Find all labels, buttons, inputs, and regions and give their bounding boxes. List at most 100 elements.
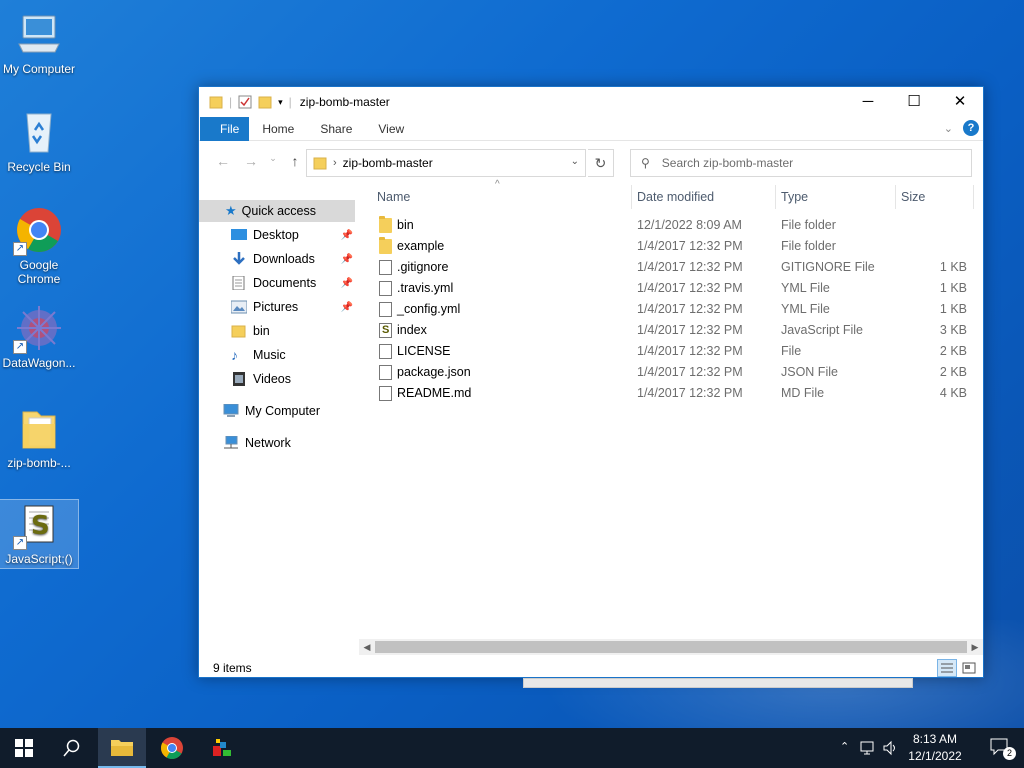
nav-item-bin[interactable]: bin	[231, 320, 355, 342]
show-hidden-icons-icon[interactable]: ⌃	[840, 740, 849, 753]
customize-toolbar-icon[interactable]: ▾	[278, 97, 283, 108]
scroll-right-icon[interactable]: ▶	[967, 639, 983, 655]
nav-item-desktop[interactable]: Desktop 📌	[231, 224, 355, 246]
pin-icon[interactable]: 📌	[341, 254, 353, 265]
tab-file[interactable]: File	[200, 116, 250, 141]
tab-home[interactable]: Home	[249, 117, 307, 141]
up-arrow-icon[interactable]: ↑	[283, 153, 307, 169]
svg-text:S: S	[31, 511, 50, 541]
taskbar-app[interactable]	[198, 728, 246, 768]
file-name: .travis.yml	[397, 281, 454, 295]
file-row[interactable]: .gitignore 1/4/2017 12:32 PM GITIGNORE F…	[359, 257, 983, 278]
column-header-name[interactable]: Name	[377, 185, 627, 209]
start-button[interactable]	[0, 728, 48, 768]
properties-icon[interactable]	[238, 95, 252, 109]
nav-item-documents[interactable]: Documents 📌	[231, 272, 355, 294]
recycle-bin-icon	[15, 108, 63, 156]
search-input[interactable]: ⚲ Search zip-bomb-master	[630, 149, 972, 177]
chrome-icon: ↗	[13, 206, 63, 256]
windows-icon	[15, 739, 33, 757]
column-divider[interactable]	[631, 185, 632, 209]
volume-icon[interactable]	[882, 740, 898, 756]
forward-arrow-icon[interactable]: →	[239, 153, 263, 169]
nav-item-pictures[interactable]: Pictures 📌	[230, 296, 355, 318]
close-button[interactable]: ✕	[937, 87, 983, 117]
file-name: package.json	[397, 365, 471, 379]
file-icon	[379, 260, 392, 275]
nav-item-label: My Computer	[245, 404, 321, 418]
file-date: 1/4/2017 12:32 PM	[637, 344, 743, 358]
pin-icon[interactable]: 📌	[341, 302, 353, 313]
address-dropdown-icon[interactable]: ⌄	[571, 156, 579, 167]
column-divider[interactable]	[775, 185, 776, 209]
nav-item-downloads[interactable]: Downloads 📌	[231, 248, 355, 270]
address-bar-row: ← → ⌄ ↑ › zip-bomb-master ⌄ ↻ ⚲ Search z…	[199, 141, 983, 185]
horizontal-scrollbar[interactable]: ◀ ▶	[359, 639, 983, 655]
large-icons-view-icon[interactable]	[959, 659, 979, 677]
nav-item-quick-access[interactable]: ★ Quick access	[199, 200, 355, 222]
file-date: 1/4/2017 12:32 PM	[637, 323, 743, 337]
breadcrumb-current[interactable]: zip-bomb-master	[343, 156, 433, 170]
file-row[interactable]: README.md 1/4/2017 12:32 PM MD File 4 KB	[359, 383, 983, 404]
search-button[interactable]	[48, 728, 96, 768]
nav-item-videos[interactable]: Videos	[231, 368, 355, 390]
new-folder-icon[interactable]	[258, 95, 272, 109]
desktop-icon-my-computer[interactable]: My Computer	[0, 10, 78, 76]
file-icon	[379, 344, 392, 359]
scroll-left-icon[interactable]: ◀	[359, 639, 375, 655]
nav-item-my-computer[interactable]: My Computer	[223, 400, 355, 422]
nav-item-label: Downloads	[253, 252, 315, 266]
file-row[interactable]: .travis.yml 1/4/2017 12:32 PM YML File 1…	[359, 278, 983, 299]
file-row[interactable]: bin 12/1/2022 8:09 AM File folder	[359, 215, 983, 236]
window-controls: ─ ☐ ✕	[845, 87, 983, 117]
breadcrumb-chevron-icon[interactable]: ›	[333, 157, 337, 169]
file-date: 1/4/2017 12:32 PM	[637, 365, 743, 379]
nav-item-label: Videos	[253, 372, 291, 386]
recent-locations-icon[interactable]: ⌄	[267, 153, 279, 169]
desktop-icon-google-chrome[interactable]: ↗ Google Chrome	[0, 206, 78, 286]
nav-item-music[interactable]: ♪ Music	[231, 344, 355, 366]
action-center-button[interactable]: 2	[990, 738, 1016, 760]
expand-ribbon-icon[interactable]: ⌄	[944, 122, 953, 135]
help-icon[interactable]: ?	[963, 120, 979, 136]
desktop-icon-recycle-bin[interactable]: Recycle Bin	[0, 108, 78, 174]
file-name: example	[397, 239, 445, 253]
desktop-icon-datawagon[interactable]: ↗ DataWagon...	[0, 304, 78, 370]
nav-item-label: Network	[245, 436, 291, 450]
back-arrow-icon[interactable]: ←	[211, 153, 235, 169]
file-row[interactable]: LICENSE 1/4/2017 12:32 PM File 2 KB	[359, 341, 983, 362]
taskbar-chrome[interactable]	[148, 728, 196, 768]
desktop-icon-javascript[interactable]: S ↗ JavaScript;()	[0, 499, 79, 569]
column-divider[interactable]	[895, 185, 896, 209]
address-field[interactable]: › zip-bomb-master ⌄	[306, 149, 586, 177]
network-icon[interactable]	[860, 740, 876, 756]
desktop-icon-label: My Computer	[2, 62, 76, 76]
column-divider[interactable]	[973, 185, 974, 209]
tab-view[interactable]: View	[365, 117, 417, 141]
file-row[interactable]: package.json 1/4/2017 12:32 PM JSON File…	[359, 362, 983, 383]
background-window-edge	[523, 678, 913, 688]
refresh-button[interactable]: ↻	[588, 149, 614, 177]
navigation-buttons: ← → ⌄ ↑	[211, 153, 307, 169]
scrollbar-thumb[interactable]	[375, 641, 967, 653]
file-row[interactable]: example 1/4/2017 12:32 PM File folder	[359, 236, 983, 257]
nav-item-network[interactable]: Network	[223, 432, 355, 454]
taskbar-file-explorer[interactable]	[98, 728, 146, 768]
file-name: bin	[397, 218, 414, 232]
file-date: 12/1/2022 8:09 AM	[637, 218, 742, 232]
tab-share[interactable]: Share	[307, 117, 365, 141]
documents-icon	[231, 275, 247, 291]
maximize-button[interactable]: ☐	[891, 87, 937, 117]
minimize-button[interactable]: ─	[845, 87, 891, 117]
pin-icon[interactable]: 📌	[341, 278, 353, 289]
details-view-icon[interactable]	[937, 659, 957, 677]
file-row[interactable]: index 1/4/2017 12:32 PM JavaScript File …	[359, 320, 983, 341]
desktop-icon-zip-bomb-folder[interactable]: zip-bomb-...	[0, 404, 78, 470]
column-header-date[interactable]: Date modified	[637, 185, 773, 209]
column-header-type[interactable]: Type	[781, 185, 891, 209]
column-header-size[interactable]: Size	[901, 185, 971, 209]
file-type: JavaScript File	[781, 323, 863, 337]
clock[interactable]: 8:13 AM 12/1/2022	[900, 731, 970, 765]
file-row[interactable]: _config.yml 1/4/2017 12:32 PM YML File 1…	[359, 299, 983, 320]
pin-icon[interactable]: 📌	[341, 230, 353, 241]
